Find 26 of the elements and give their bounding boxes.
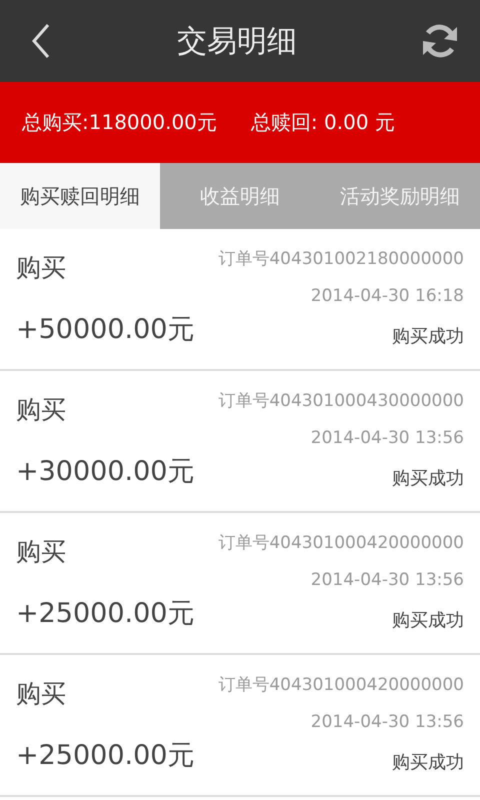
record-status: 购买成功 [392,467,464,490]
record-time: 2014-04-30 16:18 [310,286,464,306]
record-amount: +25000.00元 [16,597,196,631]
record-time: 2014-04-30 13:56 [310,428,464,448]
total-purchase: 总购买:118000.00元 [22,109,217,136]
total-redeem: 总赎回: 0.00 元 [250,109,395,136]
record-status: 购买成功 [392,751,464,774]
record-type: 购买 [16,536,67,568]
record-type: 购买 [16,678,67,710]
record-amount: +25000.00元 [16,739,196,773]
record-time: 2014-04-30 13:56 [310,570,464,590]
order-number: 订单号404301002180000000 [218,248,464,270]
record-amount: +30000.00元 [16,455,196,489]
order-number: 订单号404301000420000000 [218,532,464,554]
tab[interactable]: 收益明细 [160,163,320,229]
order-number: 订单号404301000430000000 [218,390,464,412]
record-type: 购买 [16,394,67,426]
page-title: 交易明细 [177,22,297,60]
record-type: 购买 [16,252,67,284]
order-number: 订单号404301000420000000 [218,674,464,696]
record-time: 2014-04-30 13:56 [310,712,464,732]
record-status: 购买成功 [392,609,464,632]
tab[interactable]: 活动奖励明细 [320,163,480,229]
record-amount: +50000.00元 [16,313,196,347]
record-status: 购买成功 [392,325,464,348]
tab[interactable]: 购买赎回明细 [0,163,160,229]
